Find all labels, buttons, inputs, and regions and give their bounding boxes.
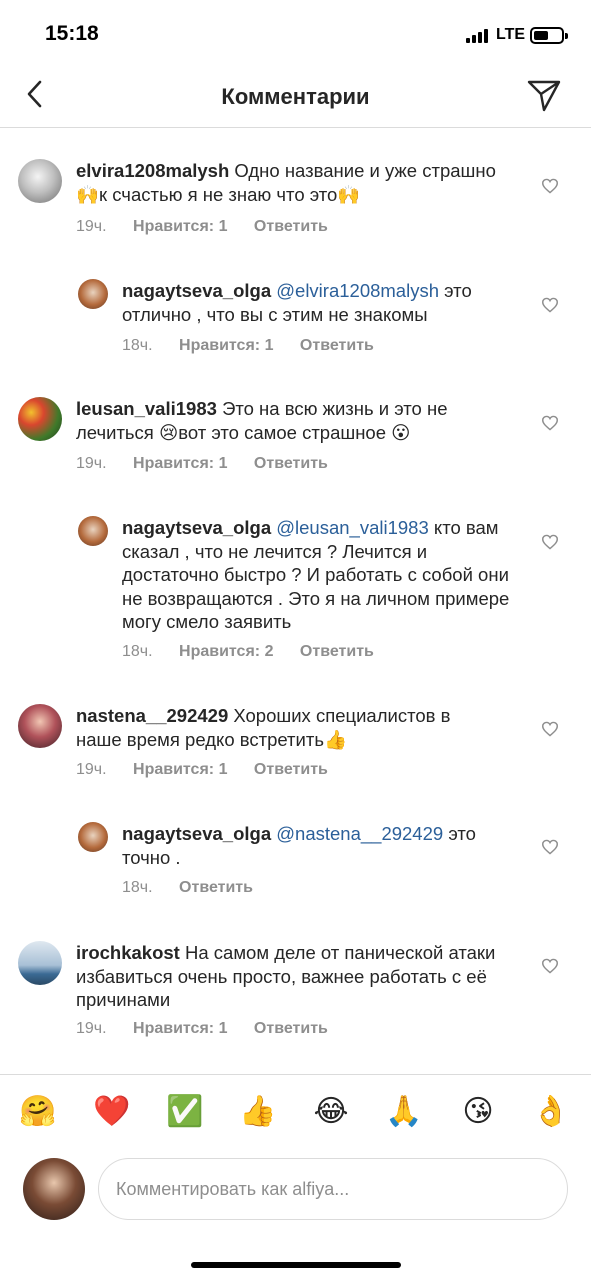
reply-button[interactable]: Ответить bbox=[179, 879, 253, 896]
comment-text: irochkakost На самом деле от панической … bbox=[76, 941, 496, 1012]
comment-item: leusan_vali1983 Это на всю жизнь и это н… bbox=[0, 395, 591, 490]
emoji-kiss[interactable]: 😘 bbox=[456, 1093, 500, 1131]
reply-button[interactable]: Ответить bbox=[254, 1020, 328, 1037]
comment-item: nastena__292429 Хороших специалистов в н… bbox=[0, 702, 591, 797]
heart-icon[interactable] bbox=[541, 958, 559, 974]
avatar[interactable] bbox=[18, 704, 62, 748]
likes-count[interactable]: Нравится: 1 bbox=[133, 455, 227, 472]
emoji-laughing[interactable]: 😂 bbox=[309, 1093, 353, 1131]
comment-username[interactable]: nastena__292429 bbox=[76, 705, 228, 726]
comment-time: 19ч. bbox=[76, 455, 107, 472]
comment-mention[interactable]: @nastena__292429 bbox=[276, 823, 443, 844]
share-button[interactable] bbox=[525, 76, 563, 114]
comment-mention[interactable]: @elvira1208malysh bbox=[276, 280, 439, 301]
comment-text: nagaytseva_olga @elvira1208malysh это от… bbox=[122, 279, 512, 326]
heart-icon[interactable] bbox=[541, 297, 559, 313]
reply-button[interactable]: Ответить bbox=[300, 643, 374, 660]
comment-time: 18ч. bbox=[122, 643, 153, 660]
status-time: 15:18 bbox=[45, 22, 99, 45]
page-title: Комментарии bbox=[221, 84, 370, 109]
comment-reply-item: nagaytseva_olga @leusan_vali1983 кто вам… bbox=[0, 514, 591, 664]
comment-username[interactable]: irochkakost bbox=[76, 942, 180, 963]
comment-item: irochkakost На самом деле от панической … bbox=[0, 939, 591, 1049]
comment-time: 19ч. bbox=[76, 761, 107, 778]
emoji-hugging[interactable]: 🤗 bbox=[16, 1093, 60, 1131]
avatar[interactable] bbox=[18, 941, 62, 985]
home-indicator[interactable] bbox=[191, 1262, 401, 1268]
avatar[interactable] bbox=[78, 822, 108, 852]
reply-button[interactable]: Ответить bbox=[254, 218, 328, 235]
emoji-check-mark[interactable]: ✅ bbox=[163, 1093, 207, 1131]
reply-button[interactable]: Ответить bbox=[254, 455, 328, 472]
comment-meta: 18ч. Нравится: 1 Ответить bbox=[122, 337, 396, 355]
battery-icon bbox=[530, 27, 568, 44]
comment-username[interactable]: nagaytseva_olga bbox=[122, 823, 271, 844]
reply-button[interactable]: Ответить bbox=[300, 337, 374, 354]
comment-meta: 18ч. Нравится: 2 Ответить bbox=[122, 643, 396, 661]
emoji-heart[interactable]: ❤️ bbox=[90, 1093, 134, 1131]
comment-item: elvira1208malysh Одно название и уже стр… bbox=[0, 157, 591, 252]
likes-count[interactable]: Нравится: 2 bbox=[179, 643, 273, 660]
reply-button[interactable]: Ответить bbox=[254, 761, 328, 778]
comment-time: 18ч. bbox=[122, 337, 153, 354]
heart-icon[interactable] bbox=[541, 534, 559, 550]
comment-meta: 19ч. Нравится: 1 Ответить bbox=[76, 1020, 350, 1038]
comment-time: 19ч. bbox=[76, 1020, 107, 1037]
comment-text: leusan_vali1983 Это на всю жизнь и это н… bbox=[76, 397, 496, 444]
comment-username[interactable]: nagaytseva_olga bbox=[122, 280, 271, 301]
comment-reply-item: nagaytseva_olga @elvira1208malysh это от… bbox=[0, 277, 591, 372]
comment-username[interactable]: leusan_vali1983 bbox=[76, 398, 217, 419]
comment-meta: 19ч. Нравится: 1 Ответить bbox=[76, 218, 350, 236]
heart-icon[interactable] bbox=[541, 721, 559, 737]
paper-plane-icon bbox=[527, 80, 561, 112]
comment-username[interactable]: nagaytseva_olga bbox=[122, 517, 271, 538]
likes-count[interactable]: Нравится: 1 bbox=[133, 218, 227, 235]
comment-text: nagaytseva_olga @leusan_vali1983 кто вам… bbox=[122, 516, 512, 634]
comment-text: elvira1208malysh Одно название и уже стр… bbox=[76, 159, 496, 206]
comment-time: 19ч. bbox=[76, 218, 107, 235]
comment-mention[interactable]: @leusan_vali1983 bbox=[276, 517, 429, 538]
avatar[interactable] bbox=[78, 279, 108, 309]
emoji-thumbs-up[interactable]: 👍 bbox=[236, 1093, 280, 1131]
likes-count[interactable]: Нравится: 1 bbox=[133, 761, 227, 778]
comment-time: 18ч. bbox=[122, 879, 153, 896]
comment-meta: 19ч. Нравится: 1 Ответить bbox=[76, 455, 350, 473]
comment-meta: 18ч. Ответить bbox=[122, 879, 275, 897]
likes-count[interactable]: Нравится: 1 bbox=[179, 337, 273, 354]
emoji-pray[interactable]: 🙏 bbox=[382, 1093, 426, 1131]
nav-bar: Комментарии bbox=[0, 70, 591, 128]
network-label: LTE bbox=[496, 26, 526, 43]
heart-icon[interactable] bbox=[541, 415, 559, 431]
likes-count[interactable]: Нравится: 1 bbox=[133, 1020, 227, 1037]
heart-icon[interactable] bbox=[541, 839, 559, 855]
status-bar: 15:18 LTE bbox=[0, 0, 591, 70]
comment-text: nagaytseva_olga @nastena__292429 это точ… bbox=[122, 822, 512, 869]
emoji-bar: 🤗 ❤️ ✅ 👍 😂 🙏 😘 👌 bbox=[0, 1074, 591, 1154]
comment-username[interactable]: elvira1208malysh bbox=[76, 160, 229, 181]
avatar[interactable] bbox=[18, 397, 62, 441]
signal-icon bbox=[466, 29, 492, 43]
comment-reply-item: nagaytseva_olga @nastena__292429 это точ… bbox=[0, 820, 591, 910]
emoji-ok-hand[interactable]: 👌 bbox=[529, 1093, 573, 1131]
comment-input[interactable] bbox=[98, 1158, 568, 1220]
comment-meta: 19ч. Нравится: 1 Ответить bbox=[76, 761, 350, 779]
heart-icon[interactable] bbox=[541, 178, 559, 194]
avatar[interactable] bbox=[18, 159, 62, 203]
comment-text: nastena__292429 Хороших специалистов в н… bbox=[76, 704, 496, 751]
current-user-avatar bbox=[23, 1158, 85, 1220]
avatar[interactable] bbox=[78, 516, 108, 546]
